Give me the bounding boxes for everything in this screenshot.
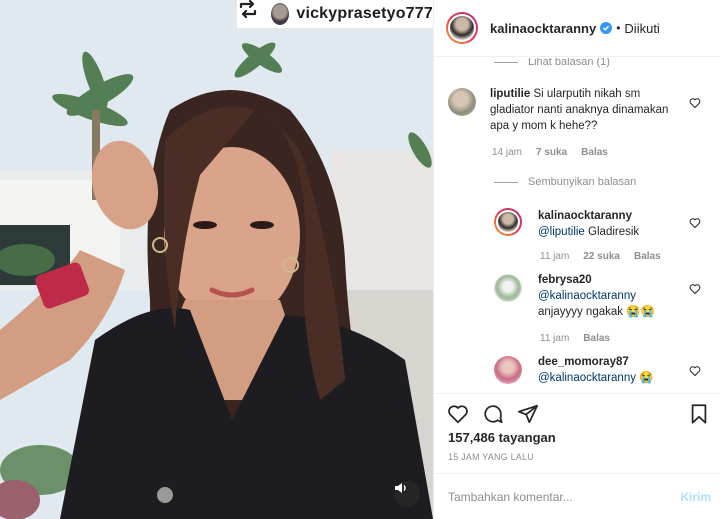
heart-icon[interactable] (447, 403, 469, 425)
repost-username[interactable]: vickyprasetyo777 (296, 5, 433, 23)
post-side-panel: kalinaocktaranny • Diikuti Lihat balasan… (433, 0, 720, 519)
reply-username[interactable]: kalinaocktaranny (538, 208, 688, 224)
reply-avatar[interactable] (494, 208, 522, 236)
author-username[interactable]: kalinaocktaranny (490, 21, 596, 36)
reply-likes[interactable]: 22 suka (583, 251, 620, 262)
repost-bar: vickyprasetyo777 (237, 0, 433, 28)
following-button[interactable]: Diikuti (624, 21, 659, 36)
post-header: kalinaocktaranny • Diikuti (434, 0, 720, 57)
post-actions-bar (434, 393, 720, 429)
reply-button[interactable]: Balas (581, 147, 608, 158)
reply-meta: 11 jam Balas (540, 333, 610, 344)
bookmark-icon[interactable] (688, 403, 710, 425)
view-replies-link[interactable]: Lihat balasan (1) (494, 58, 610, 68)
reply-username[interactable]: febrysa20 (538, 272, 688, 288)
reply-content: Gladiresik (588, 226, 640, 238)
repost-icon (239, 0, 263, 23)
reply-text: dee_momoray87 @kalinaocktaranny 😭 (538, 354, 688, 386)
comment-text: liputilie Si ularputih nikah sm gladiato… (490, 86, 680, 134)
comment-time[interactable]: 14 jam (492, 147, 522, 158)
reply-time[interactable]: 11 jam (540, 333, 569, 344)
repost-avatar[interactable] (271, 3, 290, 25)
comments-list[interactable]: Lihat balasan (1) liputilie Si ularputih… (434, 58, 720, 393)
reply-content: 😭 (639, 372, 654, 384)
like-reply-heart-icon[interactable] (689, 364, 701, 377)
reply-mention[interactable]: @liputilie (538, 226, 585, 238)
post-comment-button[interactable]: Kirim (680, 490, 711, 504)
video-frame (0, 0, 433, 519)
like-reply-heart-icon[interactable] (689, 282, 701, 295)
separator-dot: • (616, 21, 621, 35)
hide-replies-link[interactable]: Sembunyikan balasan (494, 176, 636, 188)
sound-toggle-button[interactable] (394, 481, 420, 507)
like-comment-heart-icon[interactable] (689, 96, 701, 109)
reply-mention[interactable]: @kalinaocktaranny (538, 372, 636, 384)
reply-username[interactable]: dee_momoray87 (538, 354, 688, 370)
comment-input[interactable] (448, 489, 681, 504)
post-timestamp[interactable]: 15 JAM YANG LALU (448, 452, 534, 462)
comment-username[interactable]: liputilie (490, 88, 530, 100)
reply-text: kalinaocktaranny @liputilie Gladiresik (538, 208, 688, 240)
share-icon[interactable] (517, 403, 539, 425)
commenter-avatar[interactable] (448, 88, 476, 116)
like-reply-heart-icon[interactable] (689, 216, 701, 229)
author-avatar[interactable] (446, 12, 478, 44)
comment-composer: Kirim (434, 473, 720, 519)
reply-avatar[interactable] (494, 356, 522, 384)
reply-time[interactable]: 11 jam (540, 251, 569, 262)
reply-button[interactable]: Balas (583, 333, 610, 344)
comment-icon[interactable] (482, 403, 504, 425)
reply-text: febrysa20 @kalinaocktaranny anjayyyy nga… (538, 272, 688, 320)
reply-avatar[interactable] (494, 274, 522, 302)
comment-likes[interactable]: 7 suka (536, 147, 567, 158)
post-video[interactable]: vickyprasetyo777 (0, 0, 433, 519)
reply-button[interactable]: Balas (634, 251, 661, 262)
reply-meta: 11 jam 22 suka Balas (540, 251, 661, 262)
verified-badge-icon (600, 22, 613, 34)
reply-mention[interactable]: @kalinaocktaranny (538, 288, 688, 304)
reply-content: anjayyyy ngakak 😭😭 (538, 306, 655, 318)
comment-meta: 14 jam 7 suka Balas (492, 147, 608, 158)
view-count[interactable]: 157,486 tayangan (448, 430, 556, 445)
